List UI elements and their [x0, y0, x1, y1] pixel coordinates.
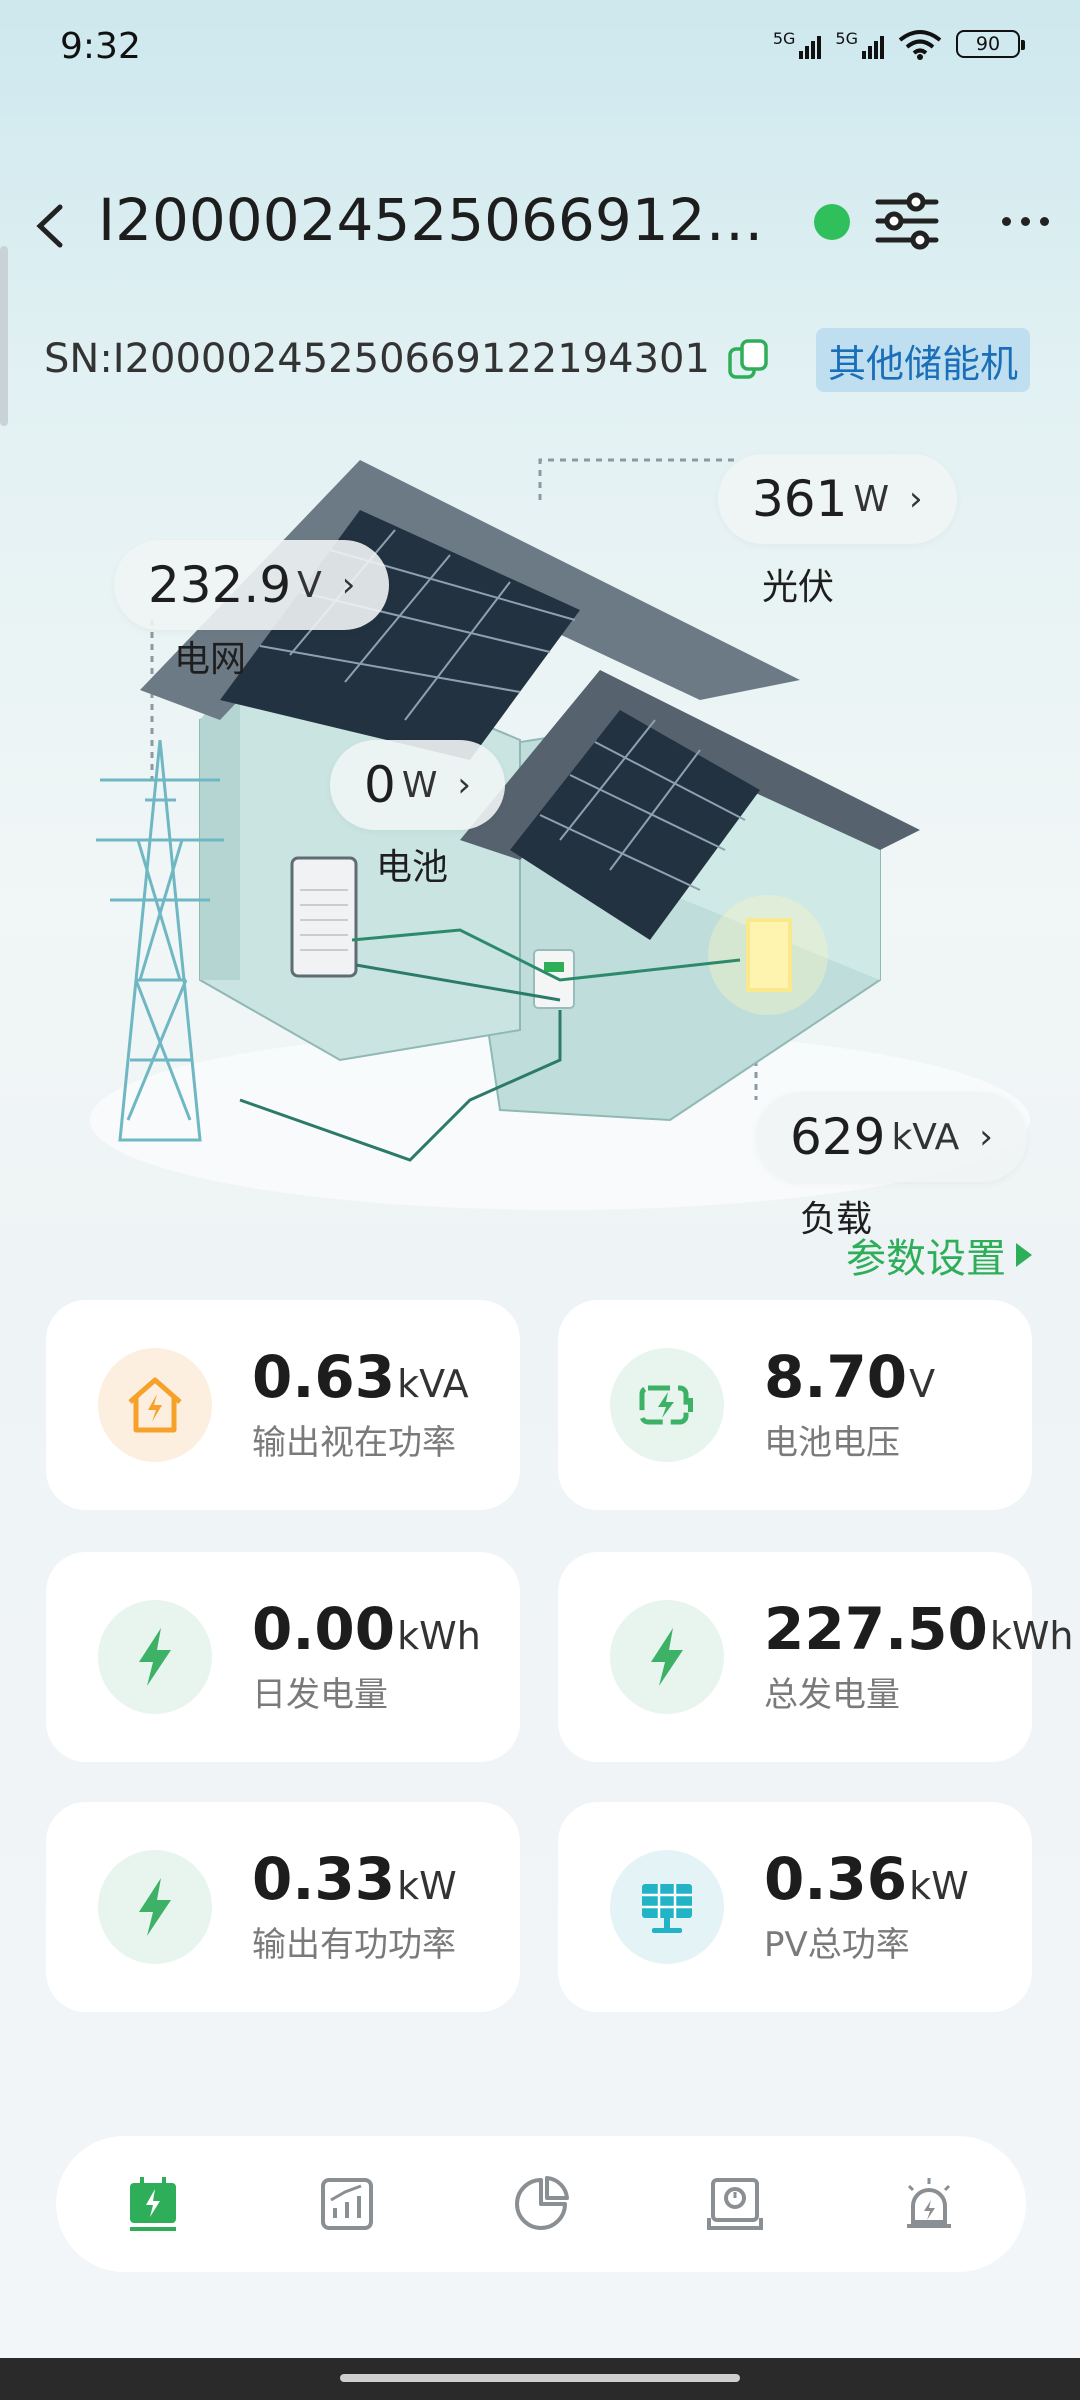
metric-card[interactable]: 0.63kVA 输出视在功率: [46, 1300, 520, 1510]
load-flow-bubble[interactable]: 629 kVA ›: [756, 1092, 1027, 1182]
lightning-icon: [98, 1600, 212, 1714]
metric-card[interactable]: 227.50kWh 总发电量: [558, 1552, 1074, 1762]
load-unit: kVA: [891, 1116, 960, 1158]
metric-card[interactable]: 0.33kW 输出有功功率: [46, 1802, 520, 2012]
grid-label: 电网: [174, 639, 247, 680]
pv-label: 光伏: [762, 567, 835, 608]
chevron-right-icon: ›: [341, 565, 356, 605]
metric-label: 日发电量: [252, 1675, 388, 1716]
metric-label: 输出有功功率: [252, 1925, 456, 1966]
chevron-right-icon: ›: [979, 1117, 993, 1157]
battery-indicator: 90: [956, 30, 1025, 58]
metric-label: 输出视在功率: [252, 1423, 456, 1464]
back-button[interactable]: [22, 198, 78, 254]
metric-value: 0.00: [252, 1594, 396, 1663]
metric-unit: kWh: [397, 1613, 481, 1658]
metric-unit: kVA: [397, 1361, 469, 1406]
home-power-icon: [98, 1348, 212, 1462]
lightning-icon: [98, 1850, 212, 1964]
signal-icon: 5G: [773, 29, 822, 59]
lightning-icon: [610, 1600, 724, 1714]
battery-flow-bubble[interactable]: 0 W ›: [330, 740, 506, 830]
nav-analysis[interactable]: [501, 2164, 581, 2244]
pv-value: 361: [752, 470, 848, 528]
chevron-left-icon: [36, 204, 63, 248]
chevron-right-icon: ›: [457, 765, 472, 805]
nav-alarm[interactable]: [889, 2164, 969, 2244]
status-time: 9:32: [60, 26, 141, 67]
parameter-settings-label: 参数设置: [846, 1236, 1006, 1282]
metric-label: PV总功率: [764, 1925, 910, 1966]
solar-panel-icon: [610, 1850, 724, 1964]
grid-flow-bubble[interactable]: 232.9 V ›: [114, 540, 390, 630]
metric-card[interactable]: 0.00kWh 日发电量: [46, 1552, 520, 1762]
metric-value: 227.50: [764, 1594, 988, 1663]
device-icon: [130, 2177, 176, 2231]
grid-unit: V: [297, 564, 322, 606]
parameter-settings-link[interactable]: 参数设置: [846, 1226, 1032, 1284]
serial-number: SN:I20000245250669122194301: [44, 336, 770, 382]
dot: [1001, 216, 1011, 226]
nav-device[interactable]: [113, 2164, 193, 2244]
chevron-right-icon: ›: [909, 479, 923, 519]
settings-filter-button[interactable]: [872, 186, 942, 256]
pv-unit: W: [853, 478, 890, 520]
metric-label: 总发电量: [764, 1675, 900, 1716]
alarm-icon: [907, 2178, 951, 2228]
report-icon: [707, 2178, 763, 2230]
metric-unit: V: [909, 1361, 936, 1406]
metric-card[interactable]: 8.70V 电池电压: [558, 1300, 1032, 1510]
nav-report[interactable]: [695, 2164, 775, 2244]
battery-charging-icon: [610, 1348, 724, 1462]
metric-unit: kWh: [989, 1613, 1074, 1658]
scroll-indicator: [0, 246, 8, 426]
dot: [1020, 216, 1030, 226]
chart-icon: [321, 2178, 373, 2230]
battery-value: 0: [364, 756, 396, 814]
signal-icon-2: 5G: [835, 29, 884, 59]
online-status-dot: [814, 204, 850, 240]
play-arrow-icon: [1016, 1243, 1032, 1267]
metric-label: 电池电压: [764, 1423, 900, 1464]
home-indicator[interactable]: [340, 2374, 740, 2382]
metric-value: 0.36: [764, 1844, 908, 1913]
battery-label: 电池: [376, 847, 449, 888]
dot: [1039, 216, 1049, 226]
device-title: I2000024525066912219430: [98, 186, 788, 254]
device-type-tag[interactable]: 其他储能机: [816, 328, 1031, 392]
pie-chart-icon: [515, 2176, 569, 2230]
wifi-icon: [898, 30, 942, 60]
metric-card[interactable]: 0.36kW PV总功率: [558, 1802, 1032, 2012]
sliders-icon: [875, 192, 939, 250]
metric-value: 0.33: [252, 1844, 396, 1913]
bottom-navigation: [56, 2136, 1026, 2272]
grid-value: 232.9: [148, 556, 292, 614]
serial-number-text: SN:I20000245250669122194301: [44, 336, 710, 382]
load-value: 629: [790, 1108, 886, 1166]
nav-statistics[interactable]: [307, 2164, 387, 2244]
metric-value: 0.63: [252, 1342, 396, 1411]
metric-value: 8.70: [764, 1342, 908, 1411]
battery-unit: W: [401, 764, 438, 806]
copy-icon[interactable]: [726, 337, 770, 381]
pv-flow-bubble[interactable]: 361 W ›: [718, 454, 957, 544]
metric-unit: kW: [909, 1863, 969, 1908]
more-button[interactable]: [990, 186, 1060, 256]
status-icons: 5G 5G 90: [773, 28, 1025, 60]
metric-unit: kW: [397, 1863, 457, 1908]
